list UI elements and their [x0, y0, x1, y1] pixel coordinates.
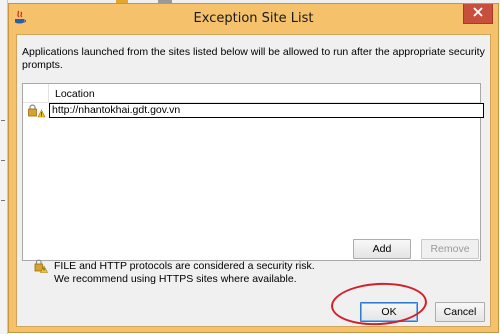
table-header: Location — [23, 84, 480, 103]
background-tick — [1, 120, 5, 121]
add-button[interactable]: Add — [353, 239, 411, 259]
background-window — [0, 0, 8, 334]
dialog-title: Exception Site List — [193, 11, 314, 26]
icon-column-header — [23, 84, 49, 103]
title-bar[interactable]: Exception Site List — [9, 4, 498, 33]
close-icon — [473, 7, 483, 20]
security-warning-text: FILE and HTTP protocols are considered a… — [54, 260, 354, 286]
site-list-table[interactable]: Location http://nhantokhai.gdt.gov.vn — [22, 83, 484, 261]
cancel-button[interactable]: Cancel — [435, 302, 485, 322]
close-button[interactable] — [463, 4, 493, 24]
lock-warning-icon — [34, 259, 49, 273]
location-column-header[interactable]: Location — [55, 88, 95, 100]
table-row[interactable]: http://nhantokhai.gdt.gov.vn — [23, 103, 484, 119]
location-cell[interactable]: http://nhantokhai.gdt.gov.vn — [49, 103, 484, 118]
background-tick — [1, 200, 5, 201]
warning-line-1: FILE and HTTP protocols are considered a… — [54, 260, 315, 272]
lock-warning-icon — [27, 104, 47, 118]
exception-site-list-dialog: Exception Site List Applications launche… — [8, 3, 499, 333]
dialog-content: Applications launched from the sites lis… — [16, 34, 491, 327]
background-tick — [1, 160, 5, 161]
description-text: Applications launched from the sites lis… — [22, 46, 485, 71]
remove-button[interactable]: Remove — [421, 239, 479, 259]
warning-line-2: We recommend using HTTPS sites where ava… — [54, 273, 297, 285]
